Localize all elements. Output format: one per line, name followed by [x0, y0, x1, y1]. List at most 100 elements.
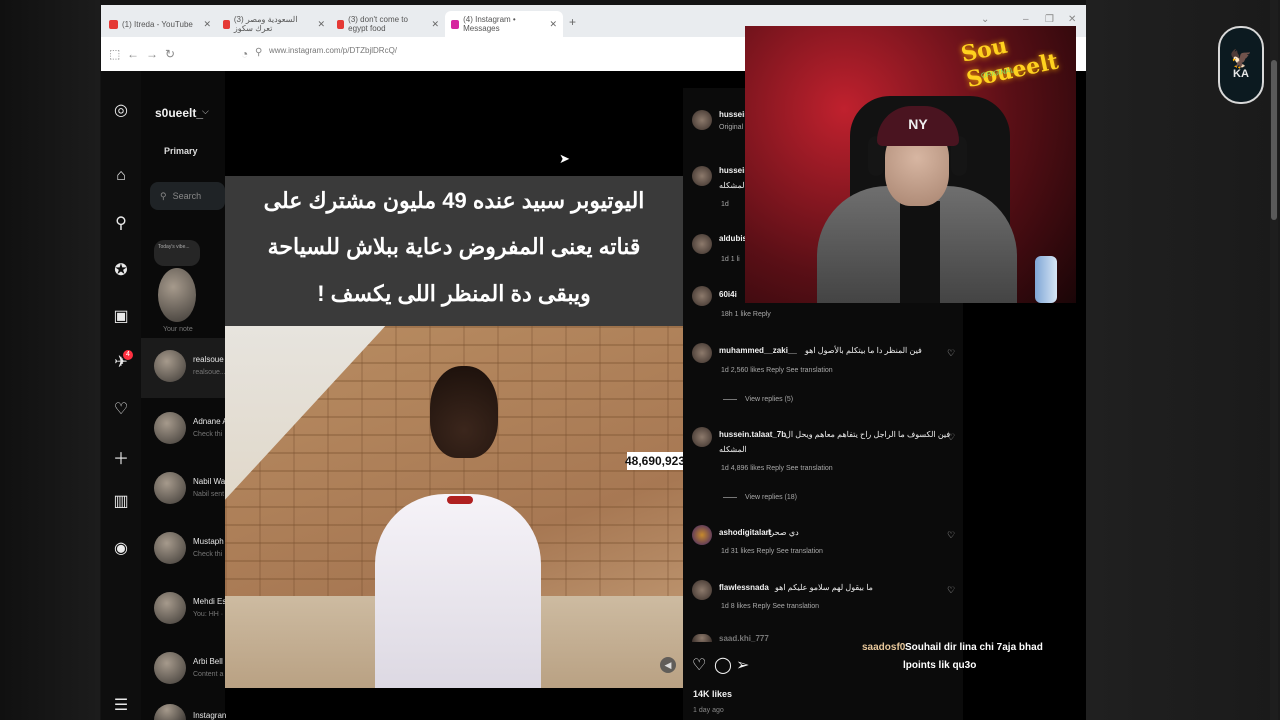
create-plus-icon[interactable]: ＋ — [110, 445, 132, 469]
page-scrollbar[interactable] — [1270, 0, 1278, 720]
list-item[interactable]: realsoue — [193, 355, 224, 364]
comment-bubble-icon[interactable]: ◯ — [714, 655, 732, 675]
list-item[interactable]: Adnane A — [193, 417, 228, 426]
avatar[interactable] — [692, 110, 712, 130]
sidebar-toggle-icon[interactable]: ⬚ — [109, 47, 120, 61]
tab-youtube-2[interactable]: (3) السعودية ومصر تعرك سكوز ✕ — [217, 11, 331, 37]
lock-icon[interactable]: ⚲ — [255, 47, 262, 58]
instagram-logo-icon[interactable]: ◎ — [110, 100, 132, 120]
comment-text: فين الكسوف ما الراجل راح يتفاهم معاهم وي… — [785, 430, 951, 439]
tab-primary[interactable]: Primary — [164, 146, 198, 156]
avatar[interactable] — [154, 472, 186, 504]
dashboard-icon[interactable]: ▥ — [110, 491, 132, 511]
list-item-preview: You: HH · — [193, 611, 224, 618]
note-bubble[interactable]: Today's vibe... — [154, 240, 200, 266]
comment-text: فين المنظر دا ما بيتكلم بالأصول اهو — [805, 346, 922, 355]
tab-youtube-3[interactable]: (3) don't come to egypt food ✕ — [331, 11, 445, 37]
chat-message-line-2: lpoints lik qu3o — [903, 660, 977, 671]
view-replies-button[interactable]: View replies (5) — [723, 396, 793, 403]
person-body — [375, 494, 541, 688]
url-field[interactable]: www.instagram.com/p/DTZbjlDRcQ/ — [269, 46, 397, 55]
eagle-icon: 🦅 — [1229, 49, 1253, 69]
view-replies-button[interactable]: View replies (18) — [723, 494, 797, 501]
volume-icon[interactable]: ◀ — [660, 657, 676, 673]
avatar[interactable] — [692, 634, 712, 642]
menu-icon[interactable]: ☰ — [110, 695, 132, 715]
avatar[interactable] — [692, 427, 712, 447]
avatar[interactable] — [692, 286, 712, 306]
reload-icon[interactable]: ↻ — [165, 47, 175, 61]
my-note-avatar[interactable] — [158, 268, 196, 322]
avatar[interactable] — [154, 412, 186, 444]
close-window-button[interactable]: ✕ — [1068, 14, 1076, 25]
avatar[interactable] — [692, 343, 712, 363]
pyramid-scene-image — [225, 326, 683, 688]
comment-meta: 1d — [721, 201, 729, 208]
like-heart-icon[interactable]: ♡ — [947, 585, 955, 596]
post-timestamp: 1 day ago — [693, 707, 724, 714]
list-item[interactable]: Nabil Wa — [193, 477, 225, 486]
new-tab-button[interactable]: + — [569, 15, 576, 29]
search-input[interactable]: ⚲ Search — [150, 182, 225, 210]
right-backdrop — [1086, 0, 1280, 720]
your-note-label: Your note — [163, 326, 193, 333]
home-icon[interactable]: ⌂ — [110, 167, 132, 185]
comment-meta: 1d 1 li — [721, 256, 740, 263]
notification-badge: 4 — [123, 350, 133, 360]
list-item[interactable]: Arbi Bell — [193, 657, 223, 666]
comment-user[interactable]: ashodigitalart — [719, 528, 771, 537]
avatar[interactable] — [154, 592, 186, 624]
list-item[interactable]: Instagran — [193, 711, 226, 720]
search-icon: ⚲ — [160, 190, 167, 201]
tab-youtube-1[interactable]: (1) Itreda - YouTube ✕ — [103, 11, 217, 37]
comment-user[interactable]: 60i4i — [719, 290, 737, 299]
chevron-down-icon[interactable]: ⌵ — [202, 106, 209, 117]
comment-user[interactable]: aldubis — [719, 234, 747, 243]
close-icon[interactable]: ✕ — [431, 19, 439, 30]
like-heart-icon[interactable]: ♡ — [947, 530, 955, 541]
avatar[interactable] — [692, 525, 712, 545]
account-switcher[interactable]: s0ueelt_ — [155, 106, 203, 120]
explore-icon[interactable]: ✪ — [110, 260, 132, 280]
comment-user[interactable]: muhammed__zaki__ — [719, 346, 797, 355]
heart-icon[interactable]: ♡ — [110, 399, 132, 419]
like-heart-icon[interactable]: ♡ — [947, 432, 955, 443]
caption-line-2: قناته يعنى المفروض دعاية ببلاش للسياحة — [267, 234, 641, 259]
avatar[interactable] — [154, 652, 186, 684]
search-icon[interactable]: ⚲ — [110, 213, 132, 233]
tab-label: (3) don't come to egypt food — [348, 15, 408, 33]
maximize-button[interactable]: ❐ — [1045, 14, 1054, 25]
likes-count[interactable]: 14K likes — [693, 689, 732, 699]
badge-text: KA — [1233, 68, 1249, 80]
person-head — [430, 366, 498, 458]
reels-icon[interactable]: ▣ — [110, 306, 132, 326]
like-heart-icon[interactable]: ♡ — [947, 348, 955, 359]
comment-user[interactable]: flawlessnada — [719, 583, 769, 592]
list-item-preview: Nabil sent — [193, 491, 225, 498]
tab-instagram[interactable]: (4) Instagram • Messages ✕ — [445, 11, 563, 37]
share-send-icon[interactable]: ➢ — [736, 655, 749, 675]
avatar[interactable] — [692, 166, 712, 186]
profile-icon[interactable]: ◉ — [110, 538, 132, 558]
avatar[interactable] — [154, 350, 186, 382]
list-item[interactable]: Mustaph — [193, 537, 224, 546]
back-arrow-icon[interactable]: ← — [127, 47, 139, 61]
close-icon[interactable]: ✕ — [203, 19, 211, 30]
list-item[interactable]: Mehdi Es — [193, 597, 226, 606]
avatar[interactable] — [154, 532, 186, 564]
close-icon[interactable]: ✕ — [317, 19, 325, 30]
like-heart-icon[interactable]: ♡ — [692, 655, 706, 675]
scrollbar-thumb[interactable] — [1271, 60, 1277, 220]
close-icon[interactable]: ✕ — [549, 19, 557, 30]
comment-user[interactable]: saad.khi_777 — [719, 634, 769, 643]
avatar[interactable] — [692, 234, 712, 254]
forward-arrow-icon[interactable]: → — [146, 47, 158, 61]
comment-user[interactable]: hussein.talaat_7b — [719, 430, 786, 439]
list-item-preview: Content a — [193, 671, 224, 678]
shield-icon[interactable]: ◔ — [241, 47, 248, 61]
minimize-button[interactable]: – — [1023, 14, 1029, 25]
mouse-cursor-icon: ➤ — [559, 151, 570, 166]
tab-search-icon[interactable]: ⌄ — [981, 14, 989, 25]
comment-meta: 1d 2,560 likes Reply See translation — [721, 367, 833, 374]
avatar[interactable] — [692, 580, 712, 600]
